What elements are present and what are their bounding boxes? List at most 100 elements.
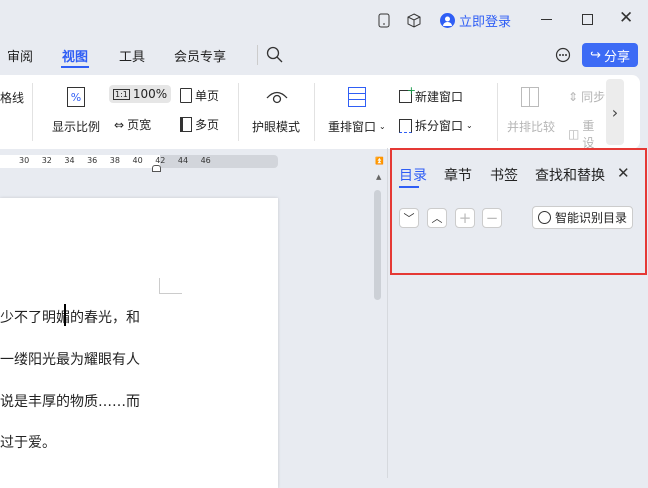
phone-icon[interactable]: [376, 12, 392, 28]
tab-tools[interactable]: 工具: [119, 46, 145, 65]
text-line[interactable]: 少不了明媚的春光，和: [0, 307, 140, 327]
reset-icon: ◫: [568, 127, 580, 141]
split-window-label: 拆分窗口: [415, 119, 464, 133]
tab-review[interactable]: 审阅: [7, 46, 33, 65]
chevron-down-icon: ⌄: [466, 121, 473, 130]
eye-mode-button[interactable]: 护眼模式: [252, 118, 300, 135]
login-label: 立即登录: [459, 15, 512, 30]
share-icon: ↪: [590, 47, 601, 63]
side-by-side-button[interactable]: 并排比较: [507, 118, 555, 135]
sync-scroll-button[interactable]: ⇕ 同步: [568, 88, 606, 105]
panel-tab-bookmark[interactable]: 书签: [490, 165, 518, 185]
minus-icon: −: [485, 209, 499, 227]
page-width-button[interactable]: ⇔ 页宽: [114, 116, 151, 133]
panel-tab-chapter[interactable]: 章节: [444, 165, 472, 185]
single-page-button[interactable]: 单页: [180, 87, 219, 104]
reset-position-button[interactable]: ◫ 重设: [568, 117, 606, 151]
promote-button[interactable]: ︿: [427, 208, 447, 228]
scroll-up-arrow[interactable]: ▲: [376, 173, 381, 181]
page-icon: [180, 88, 192, 103]
indent-marker[interactable]: [152, 165, 161, 172]
rearrange-icon: [348, 87, 366, 107]
multi-page-label: 多页: [195, 118, 220, 132]
margin-corner-mark: [159, 278, 182, 294]
divider: [238, 83, 239, 141]
actual-size-icon: 1:1: [113, 88, 130, 100]
multi-page-icon: [180, 117, 192, 132]
ribbon-scroll-right-button[interactable]: ›: [606, 79, 624, 145]
panel-divider: [387, 148, 388, 478]
chevron-right-icon: ›: [611, 102, 619, 122]
close-panel-button[interactable]: ✕: [617, 164, 630, 182]
share-button[interactable]: ↪ 分享: [582, 43, 638, 67]
plus-icon: +: [458, 209, 472, 227]
ruler-tick-label: 42: [155, 156, 166, 165]
panel-tab-underline: [399, 186, 419, 188]
multi-page-button[interactable]: 多页: [180, 116, 219, 133]
zoom-ratio-icon: %: [67, 87, 85, 107]
smart-toc-button[interactable]: 智能识别目录: [532, 206, 634, 229]
divider: [497, 83, 498, 141]
ribbon-toolbar: 格线 % 显示比例 1:1 100% 单页 ⇔ 页宽 多页 护眼模式 重排窗口 ⌄ +…: [0, 75, 640, 151]
horizontal-ruler[interactable]: 30 32 34 36 38 40 42 44 46: [0, 155, 278, 172]
ruler-tick-label: 46: [200, 156, 211, 165]
tab-view[interactable]: 视图: [62, 46, 88, 65]
tab-view-underline: [61, 66, 89, 68]
smart-recognize-icon: [538, 211, 551, 224]
document-page[interactable]: 少不了明媚的春光，和 一缕阳光最为耀眼有人 说是丰厚的物质……而 过于爱。: [0, 198, 278, 488]
rearrange-label: 重排窗口: [328, 120, 377, 134]
text-cursor: [64, 304, 66, 326]
divider: [32, 83, 33, 141]
chevron-down-icon: ⌄: [379, 122, 386, 131]
tab-member[interactable]: 会员专享: [174, 46, 226, 65]
rearrange-window-button[interactable]: 重排窗口 ⌄: [328, 118, 386, 135]
split-window-button[interactable]: 拆分窗口 ⌄: [399, 117, 473, 134]
sync-icon: ⇕: [568, 89, 579, 104]
minimize-button[interactable]: [541, 19, 552, 20]
smart-toc-label: 智能识别目录: [555, 211, 628, 225]
text-line[interactable]: 过于爱。: [0, 432, 56, 452]
zoom-ratio-button[interactable]: 显示比例: [52, 118, 100, 135]
sync-label: 同步: [581, 90, 606, 104]
share-label: 分享: [603, 49, 630, 65]
vertical-scrollbar-thumb[interactable]: [374, 190, 381, 300]
text-line[interactable]: 说是丰厚的物质……而: [0, 391, 140, 411]
remove-heading-button[interactable]: −: [482, 208, 502, 228]
zoom-value: 100%: [132, 87, 168, 101]
page-width-label: 页宽: [127, 118, 152, 132]
search-icon[interactable]: [266, 46, 283, 63]
split-window-icon: [399, 118, 412, 133]
ruler-tick-label: 40: [132, 156, 143, 165]
panel-tab-toc[interactable]: 目录: [399, 165, 427, 185]
maximize-button[interactable]: [582, 14, 593, 25]
side-by-side-icon: [521, 87, 539, 107]
chevron-up-icon: ︿: [431, 212, 443, 225]
reset-label: 重设: [582, 119, 595, 150]
gridlines-button[interactable]: 格线: [0, 89, 24, 106]
ruler-tick-label: 36: [87, 156, 98, 165]
eye-icon: [266, 89, 288, 105]
zoom-100-button[interactable]: 1:1 100%: [109, 85, 172, 103]
avatar-icon: [440, 13, 455, 28]
comment-icon[interactable]: [555, 47, 571, 63]
cube-icon[interactable]: [406, 12, 422, 28]
close-window-button[interactable]: ✕: [619, 8, 633, 28]
ruler-tick-label: 32: [41, 156, 52, 165]
divider: [314, 83, 315, 141]
new-window-button[interactable]: + 新建窗口: [399, 84, 464, 105]
ruler-tick-label: 38: [109, 156, 120, 165]
ruler-tick-label: 34: [64, 156, 75, 165]
scroll-top-icon[interactable]: ⏫: [375, 157, 384, 165]
text-line[interactable]: 一缕阳光最为耀眼有人: [0, 349, 140, 369]
demote-button[interactable]: ﹀: [399, 208, 419, 228]
new-window-label: 新建窗口: [415, 90, 464, 104]
add-heading-button[interactable]: +: [455, 208, 475, 228]
divider: [257, 45, 258, 65]
page-width-icon: ⇔: [114, 117, 125, 132]
chevron-down-icon: ﹀: [403, 212, 415, 225]
ruler-tick-label: 30: [19, 156, 30, 165]
panel-tab-find-replace[interactable]: 查找和替换: [535, 165, 605, 185]
single-page-label: 单页: [195, 89, 220, 103]
login-button[interactable]: 立即登录: [440, 11, 511, 30]
ruler-tick-label: 44: [177, 156, 189, 165]
